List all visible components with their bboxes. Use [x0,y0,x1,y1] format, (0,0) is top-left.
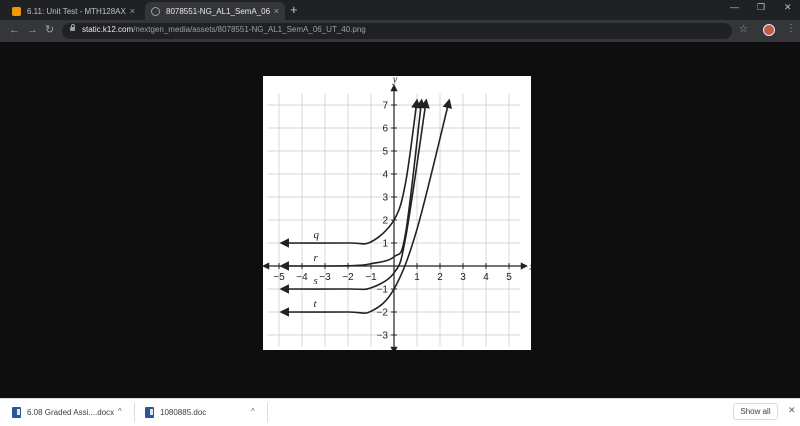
download-item[interactable]: 6.08 Graded Assi....docx [12,399,114,426]
minimize-button[interactable]: — [730,2,739,12]
url-path: /nextgen_media/assets/8078551-NG_AL1_Sem… [133,25,366,34]
y-tick-label: 6 [382,124,388,135]
download-bar: 6.08 Graded Assi....docx ^ 1080885.doc ^ [0,398,800,426]
word-doc-icon [145,407,154,418]
url-host: static.k12.com [82,25,134,34]
y-tick-label: −3 [377,331,389,342]
download-filename: 1080885.doc [160,408,207,417]
y-tick-label: 5 [382,147,388,158]
series-r-label: r [314,252,319,264]
x-tick-label: 1 [414,272,420,283]
chevron-up-icon[interactable]: ^ [251,407,255,416]
profile-avatar[interactable] [763,24,775,36]
series-t-label: t [314,298,318,310]
series-q-label: q [314,229,320,241]
y-axis-label: y [392,76,398,86]
close-download-bar-icon[interactable]: ✕ [788,405,796,416]
download-item[interactable]: 1080885.doc [145,399,206,426]
close-tab-icon[interactable]: × [274,6,279,16]
y-tick-label: 1 [382,239,388,250]
tab-unit-test[interactable]: 6.11: Unit Test - MTH128AX_Sum × [6,2,141,20]
x-tick-label: 2 [437,272,443,283]
divider [267,403,268,422]
download-filename: 6.08 Graded Assi....docx [27,408,115,417]
tab-title: 8078551-NG_AL1_SemA_06_UT_ [166,6,270,16]
course-favicon [12,6,21,16]
chevron-up-icon[interactable]: ^ [118,407,122,416]
close-tab-icon[interactable]: × [130,6,135,16]
word-doc-icon [12,407,21,418]
y-tick-label: −2 [377,308,389,319]
tab-image[interactable]: 8078551-NG_AL1_SemA_06_UT_ × [145,2,285,20]
series-s-curve [279,98,430,294]
x-axis-label: x [529,262,532,273]
forward-button[interactable]: → [27,24,38,37]
y-tick-label: 4 [382,170,388,181]
new-tab-button[interactable]: + [290,3,298,17]
tab-title: 6.11: Unit Test - MTH128AX_Sum [27,6,126,16]
menu-icon[interactable]: ⋮ [786,23,796,35]
y-tick-label: 3 [382,193,388,204]
lock-icon [70,24,75,31]
series-s-label: s [314,275,318,287]
restore-button[interactable]: ❐ [757,2,765,13]
show-all-button[interactable]: Show all [733,403,778,420]
back-button[interactable]: ← [9,24,20,37]
x-tick-label: −2 [342,272,354,283]
reload-button[interactable]: ↻ [45,24,54,37]
x-tick-label: −5 [273,272,285,283]
globe-icon [151,6,160,16]
exponential-graph: −5 −4 −3 −2 −1 1 2 3 4 5 −3 −2 −1 1 2 3 4 5 6 7 x y qrst [263,76,531,350]
close-window-button[interactable]: ✕ [784,2,792,13]
x-tick-label: 4 [483,272,489,283]
url-text[interactable]: static.k12.com/nextgen_media/assets/8078… [82,25,366,34]
x-tick-label: −3 [319,272,331,283]
bookmark-star-icon[interactable]: ☆ [739,24,748,35]
tab-strip: 6.11: Unit Test - MTH128AX_Sum × 8078551… [0,0,800,20]
x-tick-label: 3 [460,272,466,283]
y-tick-label: 7 [382,101,388,112]
browser-toolbar: ← → ↻ static.k12.com/nextgen_media/asset… [0,20,800,42]
x-tick-label: −4 [296,272,308,283]
y-tick-label: 2 [382,216,388,227]
graph-image: −5 −4 −3 −2 −1 1 2 3 4 5 −3 −2 −1 1 2 3 4 5 6 7 x y qrst [263,76,531,350]
y-tick-label: −1 [377,285,389,296]
x-tick-label: −1 [365,272,377,283]
x-tick-label: 5 [506,272,512,283]
divider [134,403,135,422]
address-bar[interactable]: static.k12.com/nextgen_media/assets/8078… [62,23,732,39]
